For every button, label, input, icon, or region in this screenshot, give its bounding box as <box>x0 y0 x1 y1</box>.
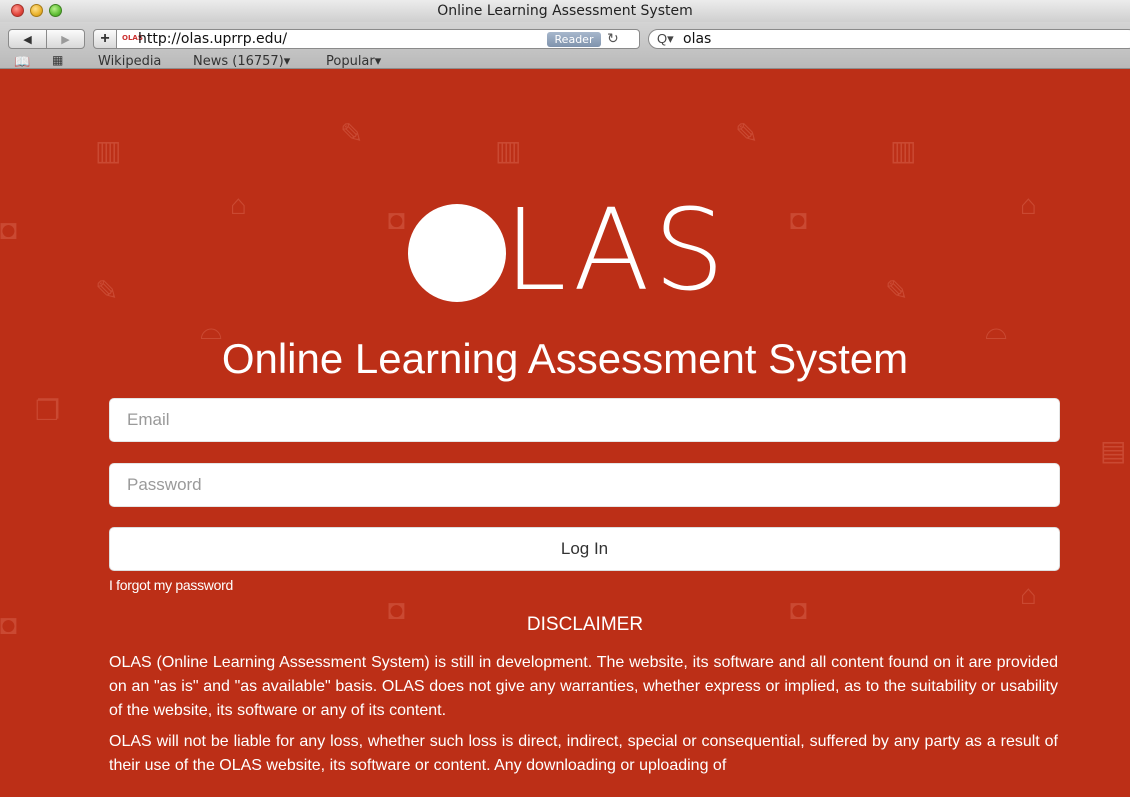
browser-toolbar: ◀ ▶ + OLAS http://olas.uprrp.edu/ Reader… <box>0 22 1130 69</box>
bookmark-popular[interactable]: Popular▾ <box>326 54 381 69</box>
book-icon: ▥ <box>95 135 122 166</box>
login-button[interactable]: Log In <box>109 527 1060 571</box>
logo-text: LAS <box>504 186 729 316</box>
password-input[interactable] <box>109 463 1060 507</box>
disclaimer-paragraph: OLAS (Online Learning Assessment System)… <box>109 654 1058 719</box>
forward-button[interactable]: ▶ <box>46 30 84 48</box>
url-text[interactable]: http://olas.uprrp.edu/ <box>138 31 287 47</box>
window-title: Online Learning Assessment System <box>437 3 693 19</box>
bookmarks-bar: 📖 ▦ Wikipedia News (16757)▾ Popular▾ <box>0 53 1130 70</box>
disclaimer-title: DISCLAIMER <box>526 614 644 635</box>
logo-circle <box>408 204 506 302</box>
top-sites-icon[interactable]: ▦ <box>52 53 63 67</box>
pencil-icon: ✎ <box>340 118 364 149</box>
graduation-cap-icon: ⌂ <box>1020 579 1037 610</box>
pencil-icon: ✎ <box>885 275 909 306</box>
add-bookmark-button[interactable]: + <box>93 29 117 49</box>
bookmark-news[interactable]: News (16757)▾ <box>193 54 290 69</box>
back-button[interactable]: ◀ <box>9 30 46 48</box>
disclaimer-paragraph: OLAS will not be liable for any loss, wh… <box>109 733 1058 774</box>
reader-button[interactable]: Reader <box>547 32 601 47</box>
olas-logo: LAS <box>408 191 748 311</box>
search-query[interactable]: olas <box>683 31 711 47</box>
book-icon: ▥ <box>890 135 917 166</box>
backpack-icon: ◘ <box>790 204 807 235</box>
bookmark-wikipedia[interactable]: Wikipedia <box>98 54 161 69</box>
email-input[interactable] <box>109 398 1060 442</box>
forgot-password-link[interactable]: I forgot my password <box>109 577 233 593</box>
open-book-icon: ❐ <box>35 395 61 426</box>
backpack-icon: ◘ <box>388 204 405 235</box>
reload-icon[interactable]: ↻ <box>607 30 619 47</box>
search-icon[interactable]: Q▾ <box>657 31 674 47</box>
locker-icon: ▤ <box>1100 435 1127 466</box>
pencil-icon: ✎ <box>95 275 119 306</box>
pencil-icon: ✎ <box>735 118 759 149</box>
page-title: Online Learning Assessment System <box>221 335 909 382</box>
nav-buttons: ◀ ▶ <box>8 29 85 49</box>
window-title-bar: Online Learning Assessment System <box>0 0 1130 23</box>
search-field[interactable]: Q▾ olas <box>648 29 1130 49</box>
page-content: ▥ ✎ ▥ ✎ ▥ ⌂ ⌂ ◘ ◘ ◘ ✎ ✎ ⌓ ⌓ ❐ ▤ ◘ ◘ ⌂ ◘ … <box>0 69 1130 797</box>
graduation-cap-icon: ⌂ <box>230 189 247 220</box>
graduation-cap-icon: ⌂ <box>1020 189 1037 220</box>
address-bar[interactable]: OLAS http://olas.uprrp.edu/ Reader ↻ <box>116 29 640 49</box>
backpack-icon: ◘ <box>0 214 17 245</box>
reading-list-icon[interactable]: 📖 <box>14 54 30 70</box>
book-icon: ▥ <box>495 135 522 166</box>
